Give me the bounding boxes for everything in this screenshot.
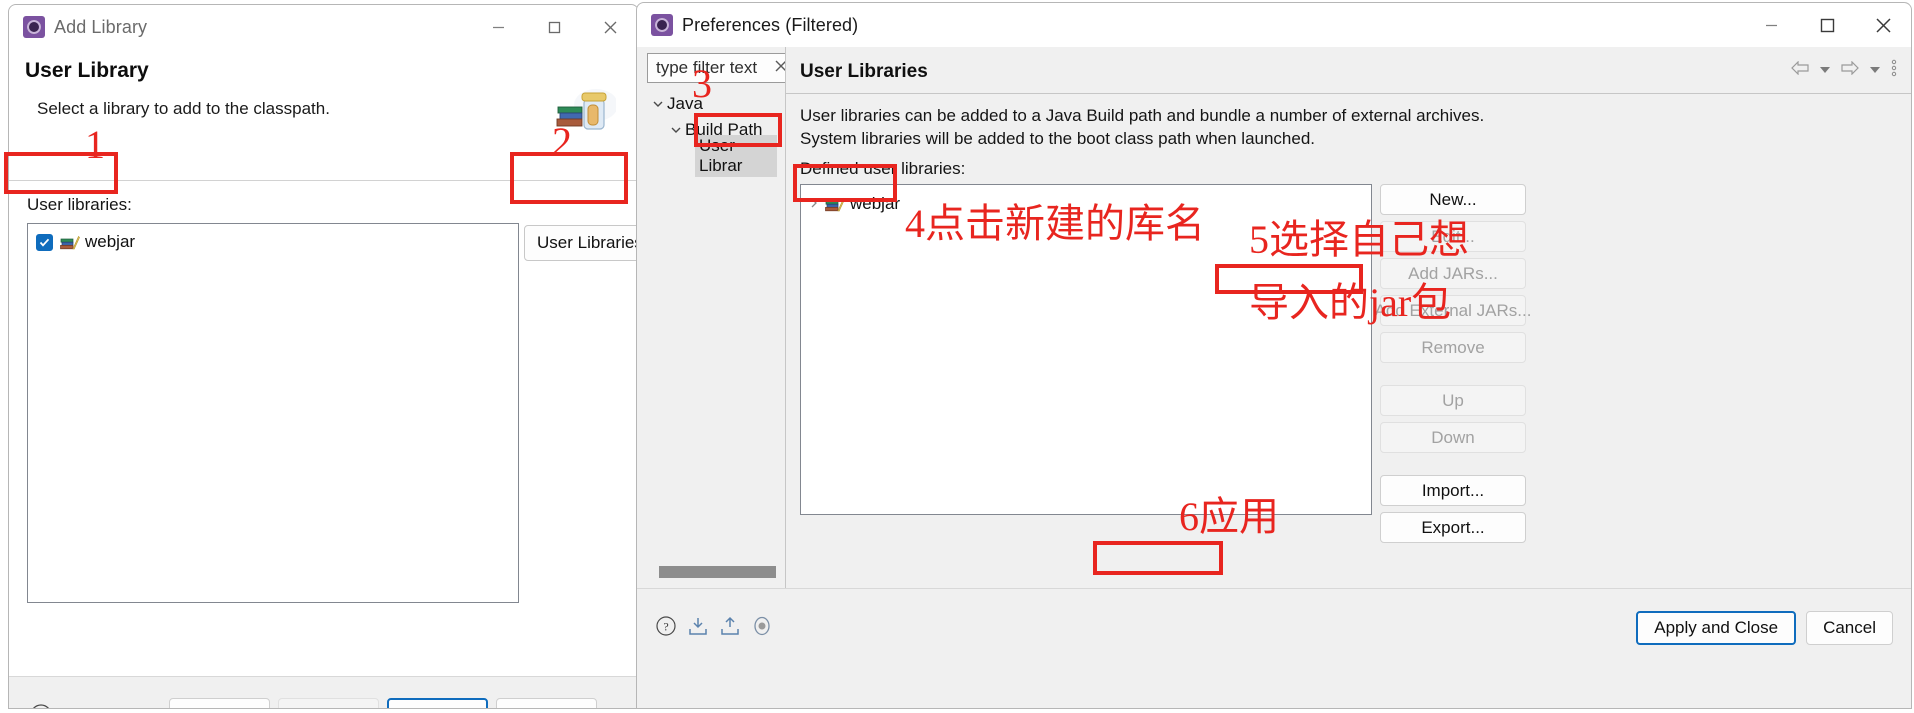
preferences-tree: Java Build Path User Librar	[647, 91, 777, 177]
edit-button: Edit...	[1380, 221, 1526, 253]
minimize-icon[interactable]	[1743, 3, 1799, 47]
restore-defaults-icon[interactable]	[751, 615, 773, 642]
add-library-title: Add Library	[54, 16, 148, 37]
filter-input-wrapper[interactable]: type filter text	[647, 53, 795, 83]
preferences-footer-buttons: Apply and Close Cancel	[1636, 611, 1893, 645]
preferences-nav-toolbar	[1791, 59, 1897, 82]
user-libraries-list[interactable]: webjar	[27, 223, 519, 603]
page-subtitle: Select a library to add to the classpath…	[37, 99, 330, 118]
add-library-footer: ? < Back Next > Finish Cancel	[9, 676, 638, 709]
forward-arrow-icon[interactable]	[1841, 60, 1859, 80]
maximize-icon[interactable]	[526, 5, 582, 49]
cancel-button[interactable]: Cancel	[496, 698, 597, 708]
maximize-icon[interactable]	[1799, 3, 1855, 47]
chevron-down-icon[interactable]	[667, 124, 685, 136]
tree-item-user-libraries[interactable]: User Librar	[647, 135, 777, 177]
library-books-icon	[825, 196, 845, 212]
preferences-title: Preferences (Filtered)	[682, 14, 859, 35]
preferences-tree-pane: type filter text Java Build Path User Li…	[637, 47, 795, 588]
chevron-right-icon[interactable]	[809, 197, 825, 212]
wizard-body: User libraries: webjar User Librarie	[9, 181, 638, 676]
library-books-icon	[60, 234, 80, 250]
remove-button: Remove	[1380, 332, 1526, 364]
user-libraries-button[interactable]: User Libraries...	[524, 225, 638, 261]
add-external-jars-button: Add External JARs...	[1375, 295, 1531, 327]
add-library-titlebar: Add Library	[9, 5, 638, 49]
tree-item-label: Java	[667, 94, 703, 113]
page-description: User libraries can be added to a Java Bu…	[800, 106, 1485, 149]
close-icon[interactable]	[1855, 3, 1911, 47]
svg-text:?: ?	[38, 708, 44, 709]
eclipse-icon	[23, 16, 45, 38]
add-library-dialog: Add Library User Library Select a librar…	[8, 4, 639, 709]
help-icon[interactable]: ?	[655, 615, 677, 642]
tree-hscrollbar-thumb[interactable]	[659, 566, 776, 578]
checkbox-checked[interactable]	[36, 233, 53, 251]
screenshot-root: Add Library User Library Select a librar…	[0, 0, 1914, 713]
apply-and-close-button[interactable]: Apply and Close	[1636, 611, 1797, 645]
wizard-header: User Library Select a library to add to …	[9, 49, 638, 181]
preferences-footer-icons: ?	[655, 615, 773, 642]
up-button: Up	[1380, 385, 1526, 417]
preferences-dialog: Preferences (Filtered) type filter text	[636, 2, 1912, 709]
down-button: Down	[1380, 422, 1526, 454]
defined-libraries-list[interactable]: webjar	[800, 184, 1372, 516]
cancel-button[interactable]: Cancel	[1806, 611, 1893, 645]
filter-input[interactable]: type filter text	[656, 58, 774, 78]
list-item-label: webjar	[850, 194, 901, 214]
import-icon[interactable]	[687, 615, 709, 642]
forward-dropdown-icon[interactable]	[1869, 62, 1881, 80]
defined-libraries-area: webjar New... Edit... Add JARs... Add Ex…	[786, 184, 1911, 544]
svg-text:?: ?	[663, 620, 668, 634]
library-actions-column: New... Edit... Add JARs... Add External …	[1375, 184, 1531, 544]
close-icon[interactable]	[582, 5, 638, 49]
list-item[interactable]: webjar	[801, 189, 1371, 219]
add-jars-button: Add JARs...	[1380, 258, 1526, 290]
back-button[interactable]: < Back	[169, 698, 270, 708]
preferences-body: type filter text Java Build Path User Li…	[637, 47, 1911, 588]
user-libraries-label: User libraries:	[27, 195, 132, 214]
wizard-button-row: < Back Next > Finish Cancel	[169, 698, 597, 708]
help-icon[interactable]: ?	[29, 703, 53, 709]
library-jar-icon	[554, 85, 618, 141]
minimize-icon[interactable]	[470, 5, 526, 49]
defined-libraries-label: Defined user libraries:	[800, 159, 966, 179]
page-title: User Library	[25, 59, 149, 82]
tree-item-java[interactable]: Java	[647, 91, 777, 117]
tree-item-label: User Librar	[695, 135, 777, 177]
page-title: User Libraries	[786, 47, 1911, 94]
back-dropdown-icon[interactable]	[1819, 62, 1831, 80]
import-button[interactable]: Import...	[1380, 475, 1526, 507]
preferences-content-pane: User Libraries User libraries can be add…	[785, 47, 1911, 588]
new-button[interactable]: New...	[1380, 184, 1526, 216]
preferences-titlebar: Preferences (Filtered)	[637, 3, 1911, 47]
list-item-label: webjar	[85, 232, 136, 251]
chevron-down-icon[interactable]	[649, 98, 667, 110]
finish-button[interactable]: Finish	[387, 698, 488, 708]
preferences-footer: ? Apply and Close Cancel	[637, 588, 1911, 668]
eclipse-icon	[651, 14, 673, 36]
list-item[interactable]: webjar	[28, 228, 518, 256]
back-arrow-icon[interactable]	[1791, 60, 1809, 80]
export-button[interactable]: Export...	[1380, 512, 1526, 544]
view-menu-icon[interactable]	[1891, 59, 1897, 82]
preferences-window-controls	[1743, 3, 1911, 47]
add-library-window-controls	[470, 5, 638, 49]
export-icon[interactable]	[719, 615, 741, 642]
next-button: Next >	[278, 698, 379, 708]
